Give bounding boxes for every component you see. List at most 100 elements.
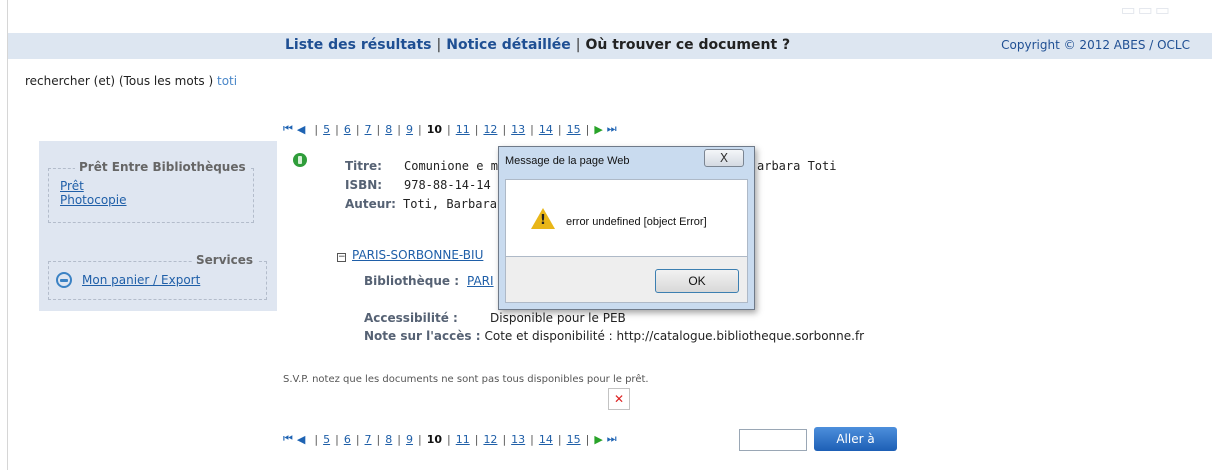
search-query: rechercher (et) (Tous les mots ) toti <box>25 74 237 88</box>
page-link-8[interactable]: 8 <box>385 433 392 446</box>
pager-separator: | <box>557 122 562 136</box>
page-link-5[interactable]: 5 <box>323 433 330 446</box>
services-title: Services <box>192 253 258 267</box>
pagination-bottom: ⏮ ◀ | 5 | 6 | 7 | 8 | 9 | 10 | 11 | 12 | 13 | 14 |… <box>283 432 621 446</box>
pager-separator: | <box>355 122 360 136</box>
library-link[interactable]: PARIS-SORBONNE-BIU <box>352 248 483 262</box>
access-value: Disponible pour le PEB <box>490 311 626 325</box>
first-page-icon[interactable]: ⏮ <box>283 122 293 136</box>
pager-separator: | <box>376 432 381 446</box>
library-toggle[interactable]: − PARIS-SORBONNE-BIU <box>337 248 483 262</box>
pager-separator: | <box>335 122 339 136</box>
current-page: 10 <box>426 122 442 136</box>
page-number-input[interactable] <box>739 429 807 451</box>
pager-separator: | <box>474 122 479 136</box>
access-row: Accessibilité : Disponible pour le PEB <box>364 311 626 325</box>
nav-links: Liste des résultats | Notice détaillée | Où … <box>285 37 790 53</box>
nav-separator: | <box>436 37 442 53</box>
page-link-13[interactable]: 13 <box>511 123 525 136</box>
pret-link[interactable]: Prêt <box>60 179 253 193</box>
goto-button[interactable]: Aller à <box>814 427 897 451</box>
pager-separator: | <box>376 122 381 136</box>
pager-separator: | <box>314 122 319 136</box>
page-link-9[interactable]: 9 <box>406 123 413 136</box>
pager-separator: | <box>557 432 562 446</box>
panier-export-link[interactable]: Mon panier / Export <box>82 273 200 287</box>
nav-detail-link[interactable]: Notice détaillée <box>446 37 571 53</box>
access-label: Accessibilité : <box>364 311 458 325</box>
alert-dialog: Message de la page Web X ! error undefin… <box>498 146 755 310</box>
services-fieldset: Services Mon panier / Export <box>48 253 267 300</box>
note-label: Note sur l'accès : <box>364 329 481 343</box>
record-title: Titre: Comunione e m <box>345 159 498 173</box>
record-isbn: ISBN: 978-88-14-14 <box>345 178 491 192</box>
dialog-title: Message de la page Web <box>505 155 630 167</box>
next-page-icon[interactable]: ▶ <box>594 123 602 136</box>
last-page-icon[interactable]: ⏭ <box>607 432 617 446</box>
page-link-14[interactable]: 14 <box>539 433 553 446</box>
page-link-7[interactable]: 7 <box>365 123 372 136</box>
peb-title: Prêt Entre Bibliothèques <box>75 160 250 174</box>
prev-page-icon[interactable]: ◀ <box>297 433 305 446</box>
pager-separator: | <box>335 432 339 446</box>
collapse-icon: − <box>337 252 346 262</box>
prev-page-icon[interactable]: ◀ <box>297 123 305 136</box>
first-page-icon[interactable]: ⏮ <box>283 432 293 446</box>
pager-separator: | <box>417 432 422 446</box>
bibliotheque-link[interactable]: PARI <box>467 274 494 288</box>
query-term: toti <box>217 74 238 88</box>
top-navbar: Liste des résultats | Notice détaillée | Où … <box>8 33 1212 59</box>
pager-separator: | <box>474 432 479 446</box>
author-label: Auteur: <box>345 197 396 211</box>
page-link-6[interactable]: 6 <box>344 123 351 136</box>
page-link-15[interactable]: 15 <box>567 433 581 446</box>
query-text: rechercher (et) (Tous les mots ) <box>25 74 214 88</box>
next-page-icon[interactable]: ▶ <box>594 433 602 446</box>
warning-icon-mark: ! <box>540 213 546 228</box>
photocopie-link[interactable]: Photocopie <box>60 193 253 207</box>
pagination-top: ⏮ ◀ | 5 | 6 | 7 | 8 | 9 | 10 | 11 | 12 | 13 | 14 |… <box>283 122 621 136</box>
sidebar: Prêt Entre Bibliothèques Prêt Photocopie… <box>39 141 277 311</box>
availability-notice: S.V.P. notez que les documents ne sont p… <box>283 374 649 385</box>
nav-results-link[interactable]: Liste des résultats <box>285 37 432 53</box>
title-tail: arbara Toti <box>757 159 837 173</box>
last-page-icon[interactable]: ⏭ <box>607 122 617 136</box>
page-link-12[interactable]: 12 <box>483 123 497 136</box>
dialog-close-button[interactable]: X <box>704 149 744 167</box>
page-link-11[interactable]: 11 <box>456 123 470 136</box>
nav-separator: | <box>575 37 581 53</box>
basket-icon <box>56 272 72 288</box>
page-link-9[interactable]: 9 <box>406 433 413 446</box>
note-value: Cote et disponibilité : http://catalogue… <box>484 329 865 343</box>
isbn-value: 978-88-14-14 <box>404 178 491 192</box>
page-link-13[interactable]: 13 <box>511 433 525 446</box>
page-link-7[interactable]: 7 <box>365 433 372 446</box>
page-link-6[interactable]: 6 <box>344 433 351 446</box>
pager-separator: | <box>397 432 401 446</box>
pager-separator: | <box>530 122 534 136</box>
page-link-15[interactable]: 15 <box>567 123 581 136</box>
left-border <box>7 0 8 470</box>
note-row: Note sur l'accès : Cote et disponibilité … <box>364 329 864 343</box>
pager-separator: | <box>502 432 507 446</box>
faded-logo: ▭▭▭ <box>1120 0 1172 19</box>
dialog-body: ! error undefined [object Error] <box>505 179 748 257</box>
ok-button[interactable]: OK <box>655 269 739 293</box>
pager-separator: | <box>585 432 590 446</box>
page-link-8[interactable]: 8 <box>385 123 392 136</box>
pager-separator: | <box>355 432 360 446</box>
page-link-12[interactable]: 12 <box>483 433 497 446</box>
page-link-5[interactable]: 5 <box>323 123 330 136</box>
page-link-11[interactable]: 11 <box>456 433 470 446</box>
title-value: Comunione e m <box>404 159 498 173</box>
author-value: Toti, Barbara <box>403 197 497 211</box>
broken-image-icon: ✕ <box>608 388 630 410</box>
pager-separator: | <box>447 122 451 136</box>
dialog-message: error undefined [object Error] <box>566 216 707 228</box>
pager-separator: | <box>314 432 319 446</box>
pager-separator: | <box>530 432 534 446</box>
page-link-14[interactable]: 14 <box>539 123 553 136</box>
pager-separator: | <box>417 122 422 136</box>
peb-fieldset: Prêt Entre Bibliothèques Prêt Photocopie <box>48 160 254 223</box>
title-label: Titre: <box>345 159 382 173</box>
